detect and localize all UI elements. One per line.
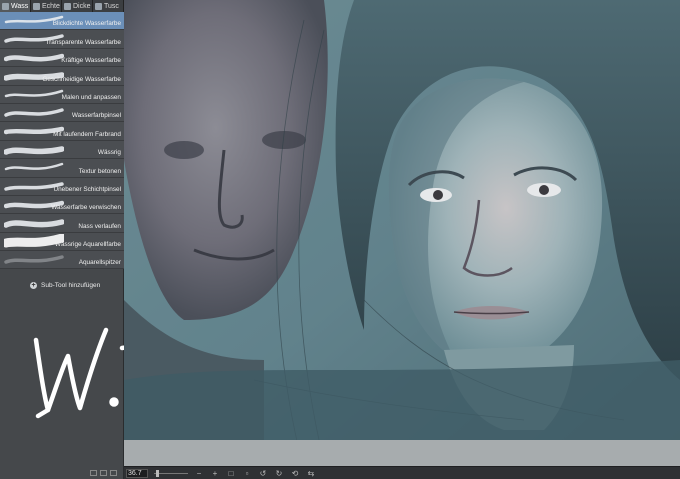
rotate-left-icon[interactable]: ↺	[258, 469, 268, 478]
brush-stroke-preview	[4, 53, 64, 62]
brush-label: Textur betonen	[78, 167, 121, 175]
watercolor-brush-icon	[2, 2, 9, 10]
brush-item[interactable]: Wässrig	[0, 140, 124, 160]
status-bar: 36.7 − + □ ▫ ↺ ↻ ⟲ ⇆	[124, 466, 680, 479]
thick-paint-icon	[64, 2, 71, 10]
plus-icon: +	[30, 282, 37, 289]
brush-item[interactable]: Wässrige Aquarellfarbe	[0, 232, 124, 252]
zoom-input[interactable]: 36.7	[126, 468, 148, 478]
brush-stroke-preview	[4, 108, 64, 117]
brush-item[interactable]: Kräftige Wasserfarbe	[0, 48, 124, 68]
add-sub-tool-label: Sub-Tool hinzufügen	[41, 282, 101, 289]
brush-label: Malen und anpassen	[61, 93, 121, 101]
tab-label: Echte	[42, 2, 60, 10]
tab-dicke[interactable]: Dicke	[62, 0, 93, 12]
tab-label: Wass	[11, 2, 29, 10]
brush-item[interactable]: Blickdichte Wasserfarbe	[0, 12, 124, 31]
add-sub-tool-button[interactable]: + Sub-Tool hinzufügen	[30, 282, 100, 289]
brush-label: Transparente Wasserfarbe	[45, 38, 121, 46]
brush-item[interactable]: Mit laufendem Farbrand	[0, 122, 124, 141]
brush-item[interactable]: Malen und anpassen	[0, 85, 124, 104]
tab-label: Dicke	[73, 2, 91, 10]
tab-tusc[interactable]: Tusc	[93, 0, 124, 12]
brush-stroke-preview	[4, 219, 64, 229]
panel-footer-buttons	[90, 470, 117, 476]
brush-label: Unebener Schichtpinsel	[53, 185, 122, 193]
zoom-slider-track	[154, 472, 188, 474]
brush-item[interactable]: Textur betonen	[0, 159, 124, 178]
ink-brush-icon	[95, 2, 102, 10]
brush-item[interactable]: Nass verlaufen	[0, 214, 124, 233]
brush-label: Wässrig	[97, 149, 121, 157]
brush-label: Wasserfarbpinsel	[71, 112, 121, 120]
duplicate-icon[interactable]	[100, 470, 107, 476]
brush-item[interactable]: Aquarellspitzer	[0, 251, 124, 270]
brush-list: Blickdichte Wasserfarbe Transparente Wass…	[0, 12, 124, 270]
rotate-right-icon[interactable]: ↻	[274, 469, 284, 478]
brush-stroke-preview	[4, 89, 64, 97]
real-brush-icon	[33, 2, 40, 10]
sub-tool-tabs: Wass Echte Dicke Tusc	[0, 0, 124, 12]
delete-icon[interactable]	[110, 470, 117, 476]
brush-label: Geschmeidige Wasserfarbe	[42, 75, 121, 83]
portrait-painting	[124, 0, 680, 466]
brush-label: Wässrige Aquarellfarbe	[54, 241, 121, 249]
painting-canvas[interactable]	[124, 0, 680, 466]
brush-stroke-preview	[4, 162, 64, 171]
zoom-slider-knob[interactable]	[156, 469, 159, 477]
brush-label: Kräftige Wasserfarbe	[61, 57, 121, 65]
brush-stroke-preview	[4, 145, 64, 155]
brush-stroke-preview	[4, 255, 64, 264]
tab-label: Tusc	[104, 2, 119, 10]
tab-echte[interactable]: Echte	[31, 0, 62, 12]
zoom-slider[interactable]	[154, 469, 188, 478]
brush-label: Blickdichte Wasserfarbe	[52, 20, 121, 28]
new-folder-icon[interactable]	[90, 470, 97, 476]
brush-item[interactable]: Unebener Schichtpinsel	[0, 177, 124, 196]
brush-item[interactable]: Wasserfarbpinsel	[0, 103, 124, 123]
zoom-in-icon[interactable]: +	[210, 469, 220, 478]
sub-tool-panel: Wass Echte Dicke Tusc Blickdichte Wasserfar…	[0, 0, 209, 479]
flip-horizontal-icon[interactable]: ⇆	[306, 469, 316, 478]
zoom-out-icon[interactable]: −	[194, 469, 204, 478]
actual-size-icon[interactable]: ▫	[242, 469, 252, 478]
reset-rotation-icon[interactable]: ⟲	[290, 469, 300, 478]
fit-screen-icon[interactable]: □	[226, 469, 236, 478]
brush-label: Aquarellspitzer	[78, 259, 121, 267]
brush-label: Wasserfarbe verwischen	[51, 204, 121, 212]
brush-item[interactable]: Transparente Wasserfarbe	[0, 30, 124, 49]
tab-wass[interactable]: Wass	[0, 0, 31, 12]
brush-item[interactable]: Geschmeidige Wasserfarbe	[0, 67, 124, 86]
brush-label: Mit laufendem Farbrand	[53, 130, 121, 138]
brush-label: Nass verlaufen	[78, 222, 121, 230]
brush-item[interactable]: Wasserfarbe verwischen	[0, 195, 124, 215]
